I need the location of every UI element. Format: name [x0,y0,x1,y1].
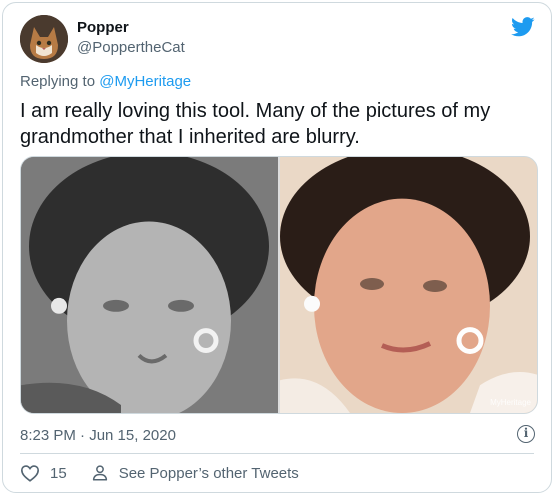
original-photo[interactable] [21,157,278,413]
grayscale-portrait-image [21,157,278,413]
enhanced-photo[interactable]: MyHeritage [280,157,537,413]
tweet-card: Popper @PoppertheCat Replying to @MyHeri… [2,2,552,493]
author-handle[interactable]: @PoppertheCat [77,38,185,58]
like-button[interactable]: 15 [20,464,67,482]
cat-avatar-image [20,15,68,63]
watermark-text: MyHeritage [490,398,531,407]
avatar[interactable] [20,15,68,63]
person-icon [92,465,107,481]
user-info[interactable]: Popper @PoppertheCat [77,18,185,58]
tweet-media[interactable]: MyHeritage [20,156,538,414]
author-name[interactable]: Popper [77,18,185,38]
tweet-timestamp[interactable]: 8:23 PM · Jun 15, 2020 [20,427,176,444]
twitter-bird-icon[interactable] [511,17,535,37]
reply-prefix: Replying to [20,73,96,90]
like-count: 15 [50,464,67,482]
see-other-tweets-label: See Popper’s other Tweets [118,464,299,482]
heart-icon [20,465,40,482]
tweet-text: I am really loving this tool. Many of th… [20,100,491,148]
tweet-actions: 15 See Popper’s other Tweets [20,464,299,482]
info-icon[interactable]: i [517,425,535,443]
divider [20,453,534,454]
see-other-tweets-link[interactable]: See Popper’s other Tweets [91,464,299,482]
color-portrait-image [280,157,537,413]
reply-handle-link[interactable]: @MyHeritage [99,73,191,90]
reply-context: Replying to @MyHeritage [20,73,191,90]
